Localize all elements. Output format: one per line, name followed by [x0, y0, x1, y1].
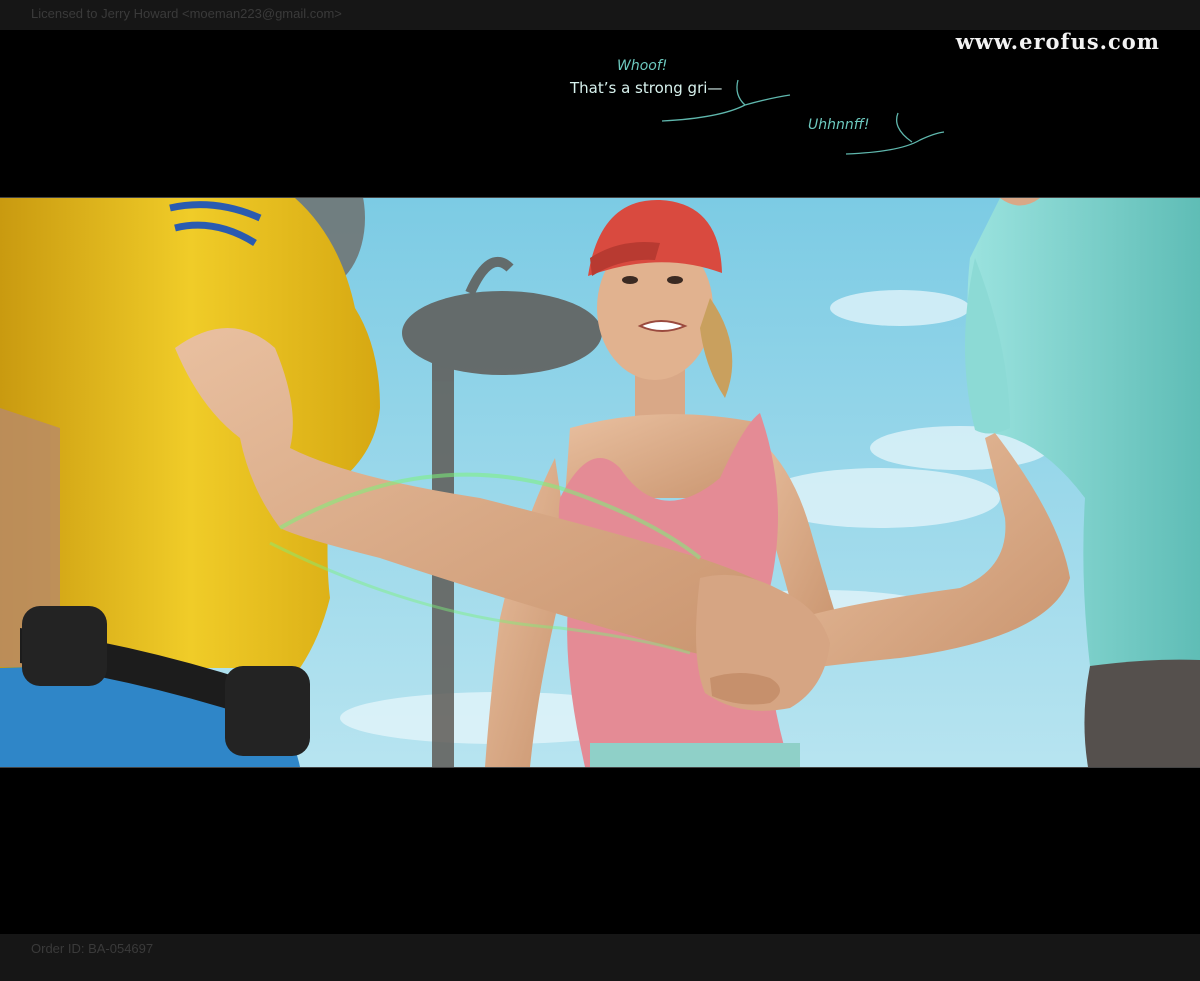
panel-illustration: [0, 198, 1200, 767]
woman-shorts: [590, 743, 800, 767]
belt-pouch-right: [225, 666, 310, 756]
speech-tail-1: [661, 94, 791, 122]
order-id-text: Order ID: BA-054697: [31, 941, 154, 956]
speech-tail-2-hook: [895, 112, 913, 143]
speech-tails: [661, 79, 945, 155]
woman-eye-right: [667, 276, 683, 284]
grey-pants: [1084, 659, 1200, 767]
order-bar: [0, 934, 1200, 981]
speech-tail-1-hook: [736, 79, 746, 106]
speech-tail-2: [845, 131, 945, 155]
belt-pouch-left: [22, 606, 107, 686]
woman-eye-left: [622, 276, 638, 284]
comic-panel: [0, 197, 1200, 768]
